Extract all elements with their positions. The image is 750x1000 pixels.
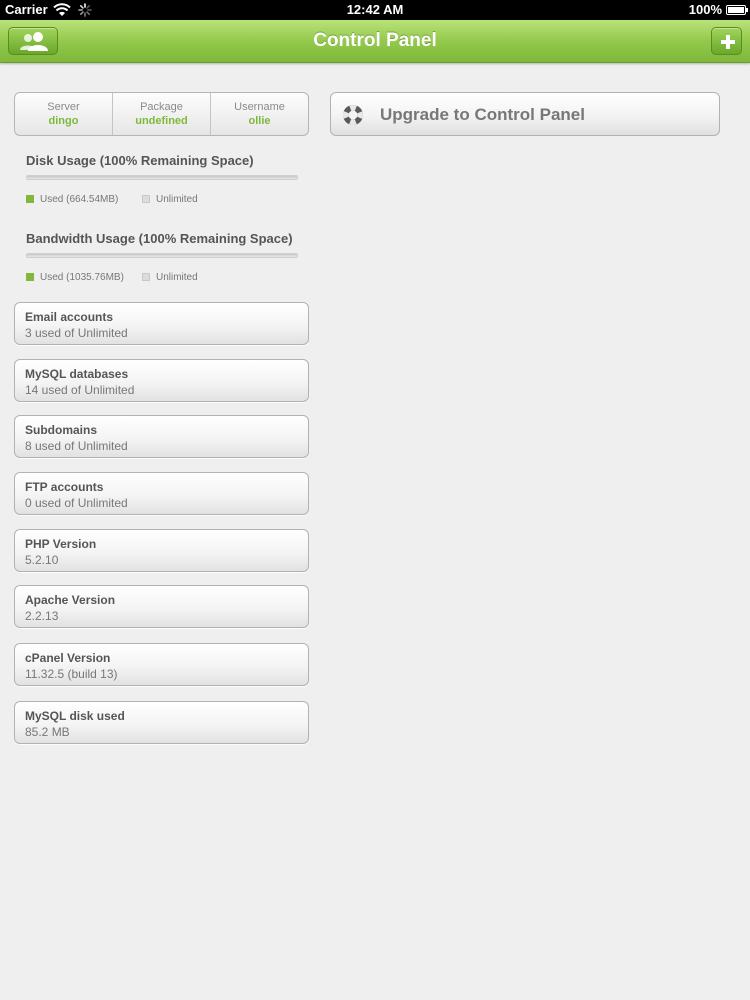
card-subtitle: 3 used of Unlimited [25, 326, 128, 340]
mysql-databases-card[interactable]: MySQL databases 14 used of Unlimited [14, 359, 309, 402]
battery-icon [726, 5, 748, 15]
username-stat: Username ollie [210, 93, 308, 135]
php-version-card[interactable]: PHP Version 5.2.10 [14, 529, 309, 572]
used-swatch [26, 273, 34, 281]
email-accounts-card[interactable]: Email accounts 3 used of Unlimited [14, 302, 309, 345]
upgrade-label: Upgrade to Control Panel [380, 105, 585, 124]
card-title: PHP Version [25, 537, 97, 551]
disk-usage-title: Disk Usage (100% Remaining Space) [26, 153, 254, 168]
lifebuoy-icon [342, 104, 364, 126]
stat-value: undefined [135, 115, 188, 127]
legend-used-label: Used (1035.76MB) [40, 272, 124, 283]
add-button[interactable] [711, 27, 742, 55]
package-stat: Package undefined [112, 93, 210, 135]
stat-value: ollie [248, 115, 271, 127]
legend-unlimited: Unlimited [142, 272, 198, 283]
unlimited-swatch [142, 273, 150, 281]
card-title: MySQL disk used [25, 709, 125, 723]
stat-label: Username [234, 101, 285, 113]
navigation-bar: Control Panel [0, 20, 750, 63]
card-subtitle: 85.2 MB [25, 725, 70, 739]
card-subtitle: 8 used of Unlimited [25, 439, 128, 453]
page-title: Control Panel [313, 30, 437, 51]
status-bar: Carrier 12:42 AM 100% [0, 0, 750, 20]
battery-percentage: 100% [688, 2, 722, 17]
unlimited-swatch [142, 195, 150, 203]
server-stat: Server dingo [15, 93, 112, 135]
disk-usage-bar [26, 175, 298, 180]
card-title: FTP accounts [25, 480, 104, 494]
legend-unlimited: Unlimited [142, 194, 198, 205]
card-subtitle: 5.2.10 [25, 553, 59, 567]
card-title: Email accounts [25, 310, 114, 324]
legend-used: Used (664.54MB) [26, 194, 118, 205]
apache-version-card[interactable]: Apache Version 2.2.13 [14, 585, 309, 628]
legend-unlimited-label: Unlimited [156, 272, 198, 283]
bandwidth-usage-legend: Used (1035.76MB) Unlimited [26, 272, 198, 283]
legend-unlimited-label: Unlimited [156, 194, 198, 205]
card-title: cPanel Version [25, 651, 111, 665]
legend-used: Used (1035.76MB) [26, 272, 124, 283]
subdomains-card[interactable]: Subdomains 8 used of Unlimited [14, 415, 309, 458]
clock: 12:42 AM [346, 2, 404, 17]
ftp-accounts-card[interactable]: FTP accounts 0 used of Unlimited [14, 472, 309, 515]
cpanel-version-card[interactable]: cPanel Version 11.32.5 (build 13) [14, 643, 309, 686]
legend-used-label: Used (664.54MB) [40, 194, 119, 205]
card-subtitle: 11.32.5 (build 13) [25, 667, 118, 681]
plus-icon [721, 35, 735, 49]
stat-label: Package [140, 101, 183, 113]
card-subtitle: 14 used of Unlimited [25, 383, 135, 397]
mysql-disk-used-card[interactable]: MySQL disk used 85.2 MB [14, 701, 309, 744]
card-title: Apache Version [25, 593, 116, 607]
card-subtitle: 2.2.13 [25, 609, 59, 623]
upgrade-button[interactable]: Upgrade to Control Panel [330, 92, 720, 136]
bandwidth-usage-title: Bandwidth Usage (100% Remaining Space) [26, 231, 293, 246]
disk-usage-legend: Used (664.54MB) Unlimited [26, 194, 198, 205]
bandwidth-usage-bar [26, 253, 298, 258]
card-subtitle: 0 used of Unlimited [25, 496, 128, 510]
account-summary: Server dingo Package undefined Username … [14, 92, 309, 136]
stat-value: dingo [48, 115, 79, 127]
card-title: MySQL databases [25, 367, 129, 381]
card-title: Subdomains [25, 423, 98, 437]
used-swatch [26, 195, 34, 203]
stat-label: Server [47, 101, 80, 113]
